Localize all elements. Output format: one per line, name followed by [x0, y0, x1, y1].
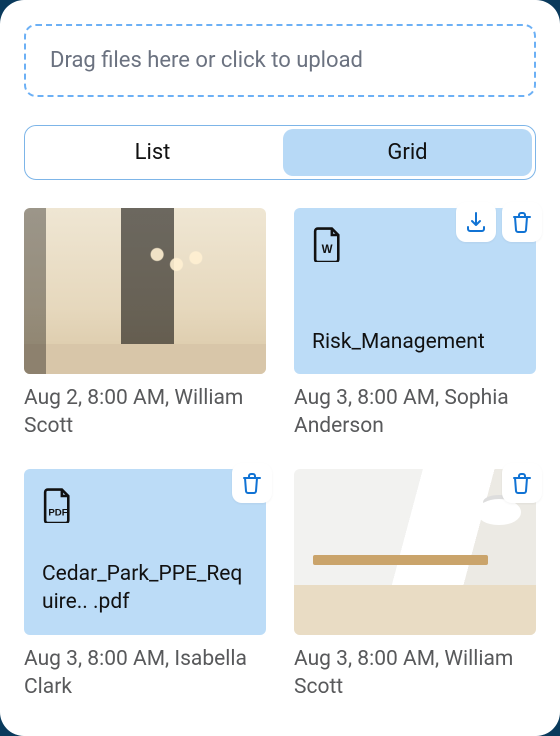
download-button[interactable] [456, 202, 496, 242]
download-icon [464, 210, 488, 234]
pdf-file-icon: PDF [42, 487, 248, 527]
view-list-tab[interactable]: List [28, 129, 277, 176]
view-toggle: List Grid [24, 125, 536, 180]
file-thumbnail: PDF Cedar_Park_PPE_Require.. .pdf [24, 469, 266, 635]
file-panel: Drag files here or click to upload List … [0, 0, 560, 736]
file-meta: Aug 2, 8:00 AM, William Scott [24, 384, 266, 441]
file-thumbnail [294, 469, 536, 635]
file-card[interactable]: W Risk_Management Aug 3, 8:00 AM, Sophia… [294, 208, 536, 441]
file-card[interactable]: Aug 3, 8:00 AM, William Scott [294, 469, 536, 702]
delete-button[interactable] [502, 463, 542, 503]
upload-placeholder: Drag files here or click to upload [50, 48, 363, 73]
svg-text:W: W [322, 244, 333, 256]
file-actions [232, 463, 272, 503]
file-meta: Aug 3, 8:00 AM, Sophia Anderson [294, 384, 536, 441]
file-actions [456, 202, 542, 242]
view-grid-tab[interactable]: Grid [283, 129, 532, 176]
file-meta: Aug 3, 8:00 AM, Isabella Clark [24, 645, 266, 702]
file-grid: Aug 2, 8:00 AM, William Scott W Risk_Man… [24, 208, 536, 701]
file-thumbnail [24, 208, 266, 374]
svg-text:PDF: PDF [48, 507, 67, 518]
file-name: Risk_Management [312, 328, 518, 356]
file-card[interactable]: PDF Cedar_Park_PPE_Require.. .pdf Aug 3,… [24, 469, 266, 702]
trash-icon [510, 471, 534, 495]
image-preview [294, 469, 536, 635]
file-actions [502, 463, 542, 503]
file-meta: Aug 3, 8:00 AM, William Scott [294, 645, 536, 702]
upload-dropzone[interactable]: Drag files here or click to upload [24, 24, 536, 97]
file-card[interactable]: Aug 2, 8:00 AM, William Scott [24, 208, 266, 441]
delete-button[interactable] [502, 202, 542, 242]
trash-icon [240, 471, 264, 495]
delete-button[interactable] [232, 463, 272, 503]
image-preview [24, 208, 266, 374]
trash-icon [510, 210, 534, 234]
file-name: Cedar_Park_PPE_Require.. .pdf [42, 560, 248, 617]
